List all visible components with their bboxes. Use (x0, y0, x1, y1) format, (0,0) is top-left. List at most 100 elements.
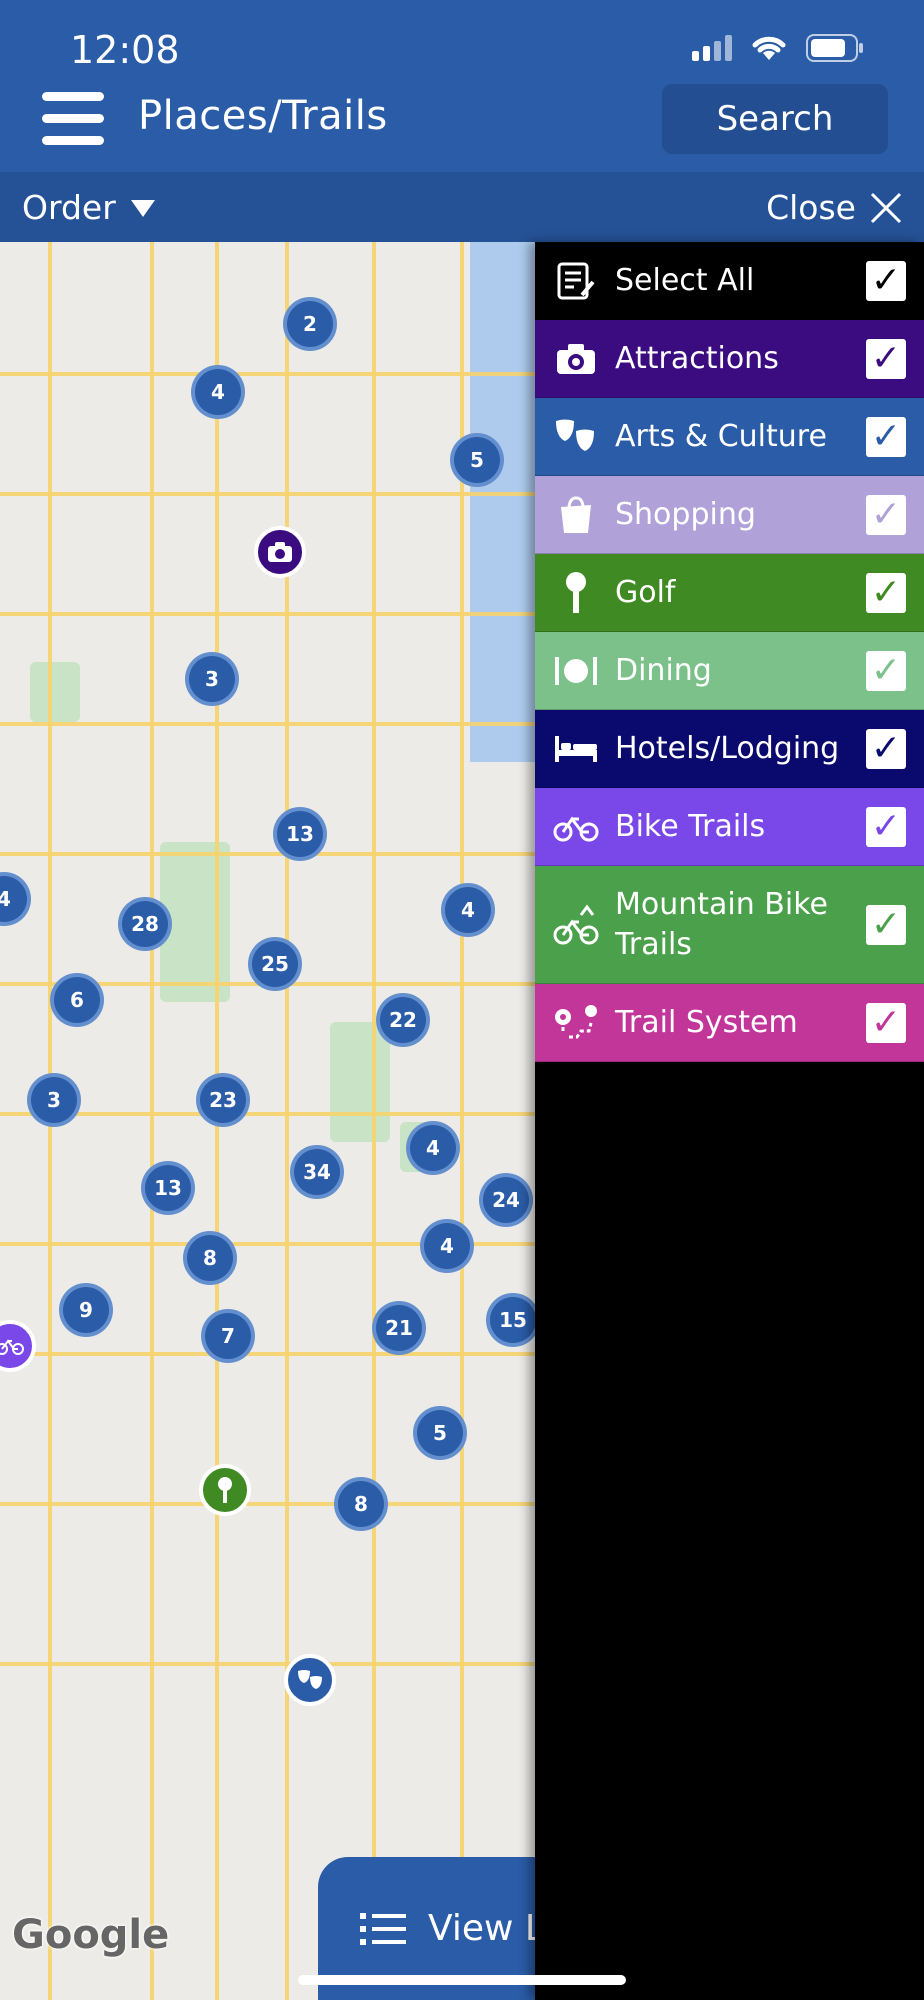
signal-icon (692, 35, 732, 61)
map-view[interactable]: 2 4 5 3 13 4 28 25 4 6 22 3 23 4 13 34 2… (0, 242, 535, 2000)
map-cluster[interactable]: 34 (290, 1145, 344, 1199)
filter-label: Attractions (615, 340, 779, 376)
golf-pin[interactable] (199, 1464, 251, 1516)
theater-masks-icon (298, 1670, 322, 1689)
checkmark-icon: ✓ (870, 904, 902, 945)
filter-row-select-all[interactable]: Select All ✓ (535, 242, 924, 320)
filter-label: Mountain Bike Trails (615, 886, 828, 962)
road (285, 242, 289, 2000)
map-cluster[interactable]: 4 (441, 883, 495, 937)
map-cluster[interactable]: 21 (372, 1301, 426, 1355)
map-cluster[interactable]: 6 (50, 973, 104, 1027)
filter-label: Hotels/Lodging (615, 730, 840, 766)
checkbox[interactable]: ✓ (866, 728, 906, 769)
status-icons (692, 34, 864, 62)
camera-icon (268, 542, 292, 562)
checkbox[interactable]: ✓ (866, 650, 906, 691)
map-cluster[interactable]: 8 (334, 1477, 388, 1531)
filter-row-hotels-lodging[interactable]: Hotels/Lodging ✓ (535, 710, 924, 788)
filter-row-trail-system[interactable]: Trail System ✓ (535, 984, 924, 1062)
map-cluster[interactable]: 25 (248, 937, 302, 991)
bicycle-icon (553, 804, 599, 850)
checkmark-icon: ✓ (870, 572, 902, 613)
menu-line (42, 114, 104, 123)
checkbox[interactable]: ✓ (866, 572, 906, 613)
park-area (30, 662, 80, 722)
road (0, 1352, 535, 1356)
map-cluster[interactable]: 22 (376, 993, 430, 1047)
map-cluster[interactable]: 5 (450, 433, 504, 487)
filter-row-shopping[interactable]: Shopping ✓ (535, 476, 924, 554)
mountain-bike-icon (553, 902, 599, 948)
checkmark-icon: ✓ (870, 338, 902, 379)
checkbox[interactable]: ✓ (866, 494, 906, 535)
map-cluster[interactable]: 9 (59, 1283, 113, 1337)
checkbox[interactable]: ✓ (866, 904, 906, 945)
map-cluster[interactable]: 8 (183, 1231, 237, 1285)
map-cluster[interactable]: 4 (406, 1121, 460, 1175)
close-button[interactable]: Close (766, 188, 902, 227)
map-cluster[interactable]: 4 (420, 1219, 474, 1273)
map-cluster[interactable]: 28 (118, 897, 172, 951)
filter-label: Arts & Culture (615, 418, 827, 454)
map-cluster[interactable]: 5 (413, 1406, 467, 1460)
checkmark-icon: ✓ (870, 806, 902, 847)
checkbox[interactable]: ✓ (866, 806, 906, 847)
filter-row-dining[interactable]: Dining ✓ (535, 632, 924, 710)
map-cluster[interactable]: 13 (273, 807, 327, 861)
map-cluster[interactable]: 15 (486, 1293, 535, 1347)
map-cluster[interactable]: 3 (185, 652, 239, 706)
filter-label: Select All (615, 262, 755, 298)
road (0, 372, 535, 376)
menu-line (42, 92, 104, 101)
filter-bar: Order Close (0, 172, 924, 242)
bicycle-icon (0, 1339, 24, 1355)
map-cluster[interactable]: 23 (196, 1073, 250, 1127)
list-edit-icon (553, 258, 599, 304)
filter-row-arts-culture[interactable]: Arts & Culture ✓ (535, 398, 924, 476)
filter-row-attractions[interactable]: Attractions ✓ (535, 320, 924, 398)
arts-culture-pin[interactable] (284, 1654, 336, 1706)
menu-line (42, 136, 104, 145)
checkmark-icon: ✓ (870, 260, 902, 301)
road (0, 492, 535, 496)
bike-trail-pin[interactable] (0, 1320, 36, 1372)
checkbox[interactable]: ✓ (866, 416, 906, 457)
checkmark-icon: ✓ (870, 1002, 902, 1043)
road (0, 722, 535, 726)
menu-button[interactable] (42, 92, 104, 146)
close-icon (870, 192, 902, 223)
filter-row-bike-trails[interactable]: Bike Trails ✓ (535, 788, 924, 866)
map-cluster[interactable]: 7 (201, 1309, 255, 1363)
map-cluster[interactable]: 13 (141, 1161, 195, 1215)
map-cluster[interactable]: 3 (27, 1073, 81, 1127)
map-cluster[interactable]: 2 (283, 297, 337, 351)
checkbox[interactable]: ✓ (866, 1002, 906, 1043)
map-cluster[interactable]: 4 (191, 365, 245, 419)
close-label: Close (766, 188, 856, 227)
map-cluster[interactable]: 24 (479, 1173, 533, 1227)
list-icon (360, 1912, 406, 1945)
filter-label: Shopping (615, 496, 756, 532)
order-dropdown[interactable]: Order (22, 188, 156, 227)
google-attribution: Google (12, 1912, 170, 1958)
road (0, 1112, 535, 1116)
order-label: Order (22, 188, 116, 227)
checkbox[interactable]: ✓ (866, 260, 906, 301)
checkmark-icon: ✓ (870, 416, 902, 457)
lake-water (470, 242, 535, 762)
map-cluster[interactable]: 4 (0, 872, 31, 926)
filter-row-golf[interactable]: Golf ✓ (535, 554, 924, 632)
filter-label: Dining (615, 652, 712, 688)
attractions-pin[interactable] (254, 526, 306, 578)
filter-row-mountain-bike-trails[interactable]: Mountain Bike Trails ✓ (535, 866, 924, 984)
road (460, 242, 464, 2000)
checkmark-icon: ✓ (870, 650, 902, 691)
road (0, 612, 535, 616)
checkmark-icon: ✓ (870, 494, 902, 535)
golf-tee-icon (553, 570, 599, 616)
battery-icon (806, 34, 863, 62)
search-button[interactable]: Search (662, 84, 888, 154)
checkbox[interactable]: ✓ (866, 338, 906, 379)
view-list-label: View Li (428, 1908, 535, 1949)
